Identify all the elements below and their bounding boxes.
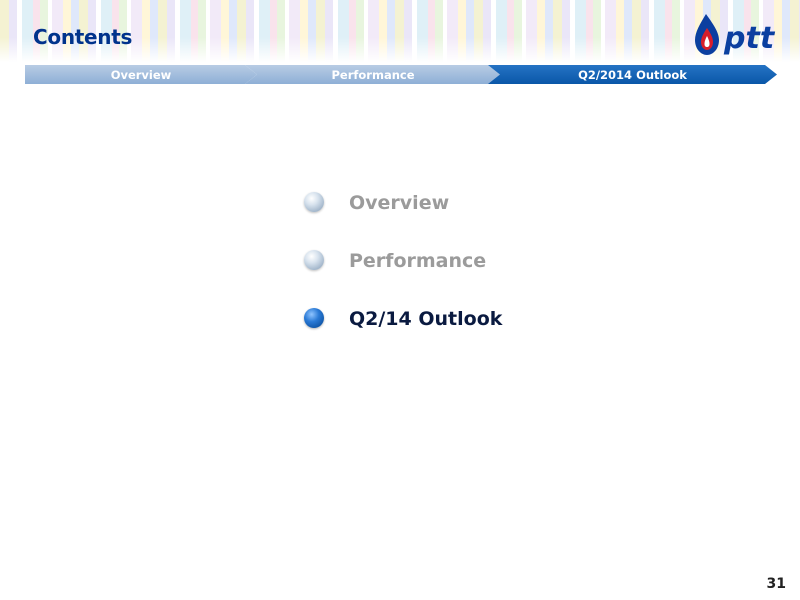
nav-segment-label: Q2/2014 Outlook (578, 67, 687, 82)
nav-segment-label: Performance (331, 67, 415, 82)
agenda-item-label: Q2/14 Outlook (349, 308, 503, 330)
agenda-item-label: Performance (349, 250, 487, 272)
sphere-bullet-icon (304, 192, 324, 212)
agenda-item-performance: Performance (304, 246, 502, 304)
agenda-list: Overview Performance Q2/14 Outlook (304, 188, 502, 362)
agenda-item-outlook: Q2/14 Outlook (304, 304, 502, 362)
logo-text: ptt (723, 21, 776, 56)
section-progress-nav: Overview Performance Q2/2014 Outlook (25, 65, 777, 84)
nav-segment-label: Overview (110, 67, 172, 82)
agenda-item-label: Overview (349, 192, 450, 214)
nav-segment-outlook[interactable]: Q2/2014 Outlook (488, 65, 777, 84)
nav-segment-performance[interactable]: Performance (245, 65, 501, 84)
sphere-bullet-icon (304, 250, 324, 270)
ptt-flame-icon: ptt (695, 14, 776, 56)
page-title: Contents (33, 25, 133, 49)
nav-segment-overview[interactable]: Overview (25, 65, 257, 84)
ptt-logo: ptt (692, 10, 782, 58)
sphere-bullet-icon (304, 308, 324, 328)
agenda-item-overview: Overview (304, 188, 502, 246)
page-number: 31 (766, 576, 786, 592)
